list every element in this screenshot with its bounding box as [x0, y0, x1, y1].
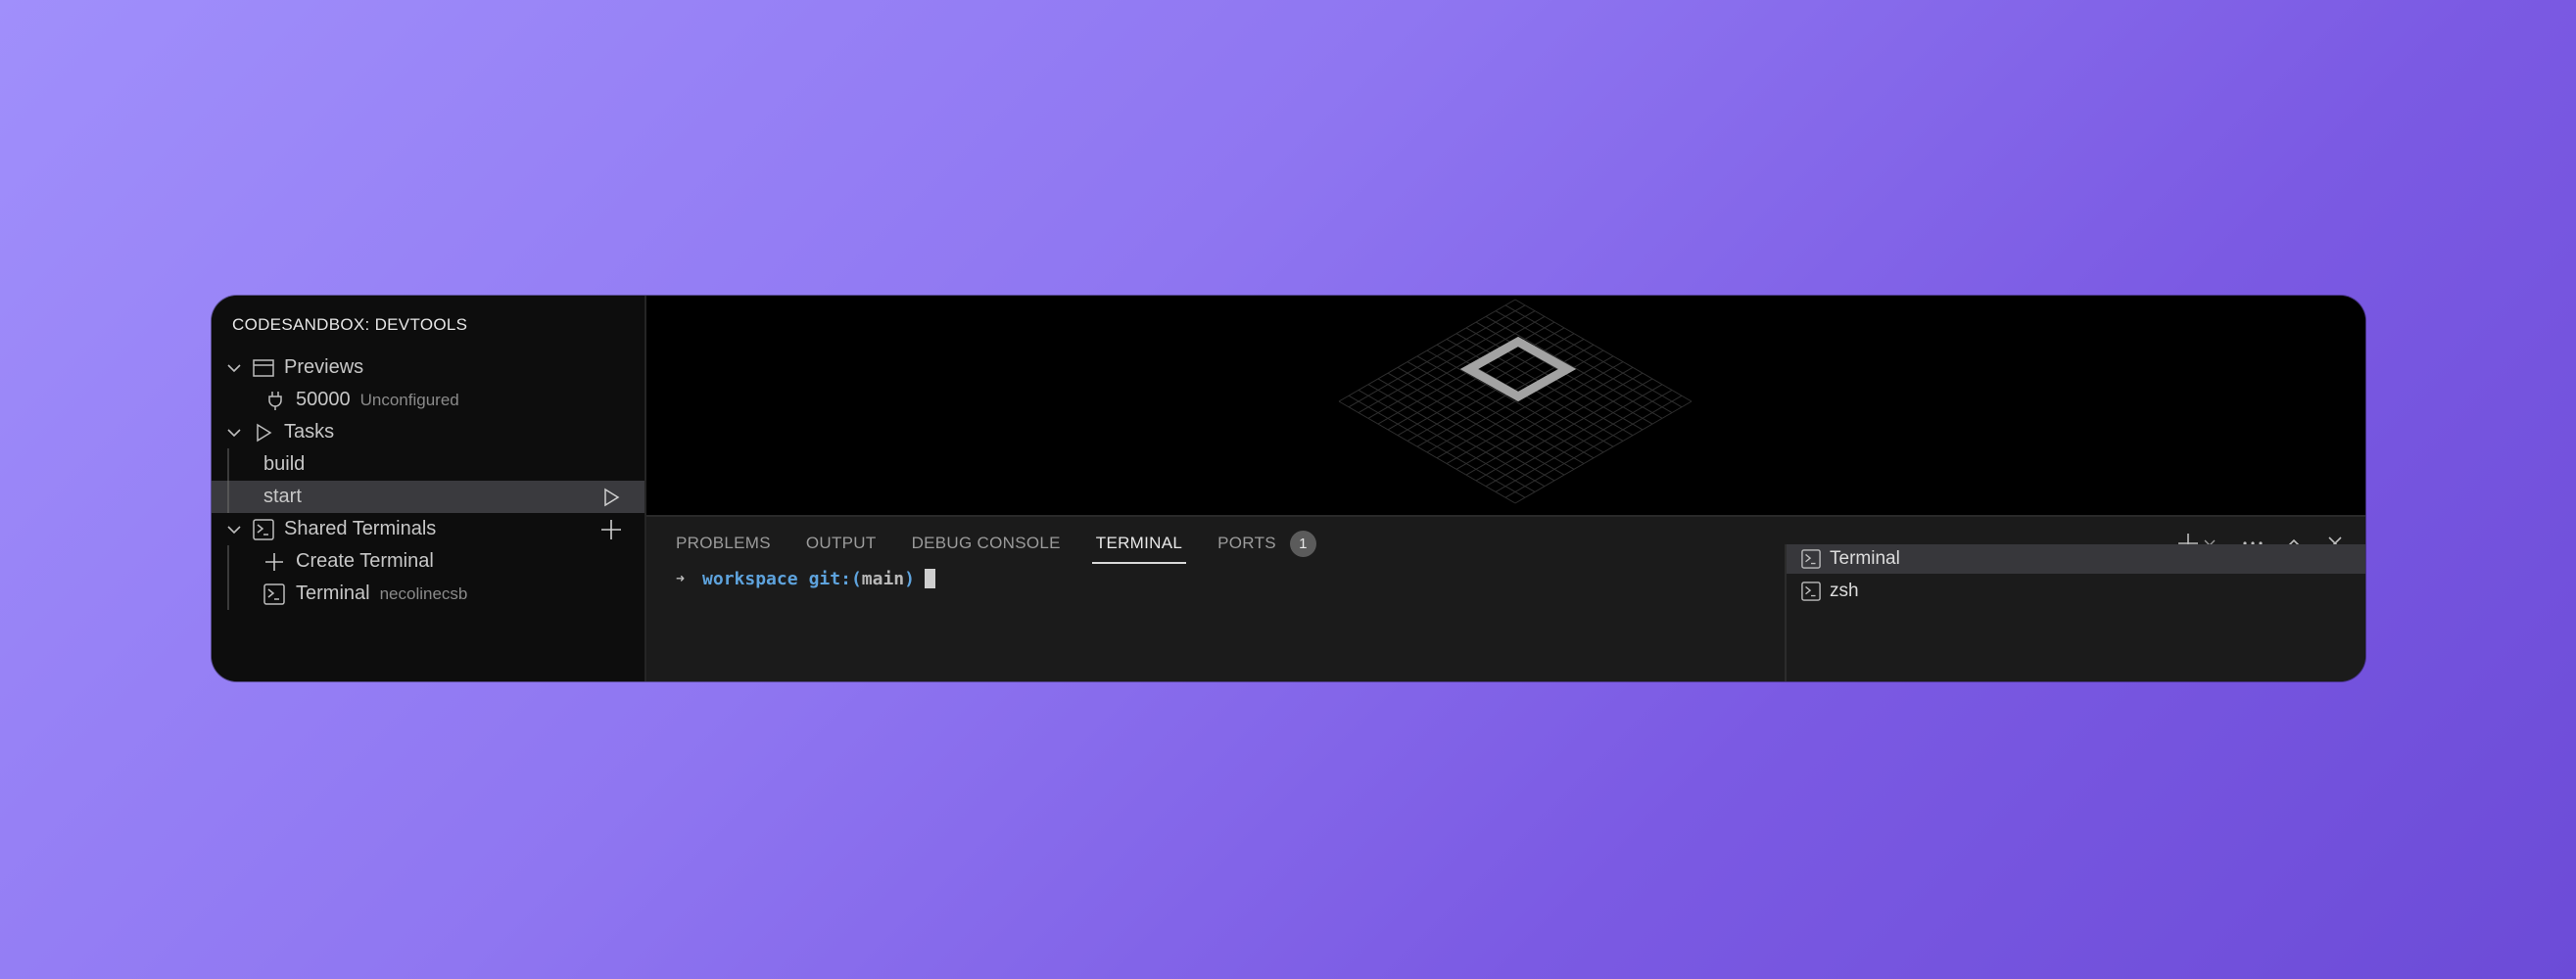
chevron-down-icon[interactable]: [225, 521, 243, 538]
tab-label: PROBLEMS: [676, 534, 771, 552]
plus-icon: [263, 551, 285, 573]
section-tasks[interactable]: Tasks: [212, 416, 644, 448]
tab-label: OUTPUT: [805, 534, 877, 552]
devtools-window: CODESANDBOX: DEVTOOLS Previews 50000 Unco…: [212, 296, 2365, 681]
terminal-cursor: [924, 569, 935, 588]
prompt-git-prefix: git:: [808, 568, 851, 589]
sidebar-title: CODESANDBOX: DEVTOOLS: [232, 315, 468, 334]
task-item-build[interactable]: build: [212, 448, 644, 481]
prompt-cwd: workspace: [702, 568, 798, 589]
bottom-panel: PROBLEMS OUTPUT DEBUG CONSOLE TERMINAL P…: [646, 517, 2365, 681]
terminal-list-item[interactable]: zsh: [1787, 577, 2365, 606]
terminal-icon: [263, 583, 285, 605]
main-area: PROBLEMS OUTPUT DEBUG CONSOLE TERMINAL P…: [646, 296, 2365, 681]
plus-icon[interactable]: [599, 518, 623, 541]
tab-label: TERMINAL: [1095, 534, 1183, 552]
browser-window-icon: [253, 357, 274, 379]
tab-problems[interactable]: PROBLEMS: [676, 529, 771, 558]
shared-terminal-item[interactable]: Terminal necolinecsb: [212, 578, 644, 610]
terminal-owner: necolinecsb: [379, 584, 468, 603]
tab-terminal[interactable]: TERMINAL: [1091, 529, 1187, 564]
section-shared-terminals[interactable]: Shared Terminals: [212, 513, 644, 545]
grid-lines: [1338, 299, 1693, 504]
terminal-list-label: zsh: [1830, 581, 1859, 601]
tab-label: PORTS: [1217, 534, 1276, 552]
terminal-icon: [253, 518, 274, 540]
chevron-down-icon[interactable]: [225, 424, 243, 442]
terminal-icon: [1800, 548, 1822, 570]
tab-ports[interactable]: PORTS 1: [1217, 529, 1316, 558]
port-status: Unconfigured: [359, 391, 459, 409]
tab-label: DEBUG CONSOLE: [911, 534, 1061, 552]
tab-debug-console[interactable]: DEBUG CONSOLE: [912, 529, 1061, 558]
create-terminal-label: Create Terminal: [296, 550, 434, 572]
tree-guide: [227, 481, 229, 513]
section-previews[interactable]: Previews: [212, 351, 644, 384]
terminal-prompt[interactable]: ➜ workspace git:(main): [676, 566, 935, 591]
ports-count-badge: 1: [1289, 530, 1316, 557]
port-number: 50000: [296, 389, 351, 410]
isometric-grid-graphic: [1338, 299, 1693, 504]
task-label: build: [263, 453, 306, 475]
prompt-branch: main: [861, 568, 905, 589]
tab-output[interactable]: OUTPUT: [806, 529, 877, 558]
create-terminal-item[interactable]: Create Terminal: [212, 545, 644, 578]
chevron-down-icon[interactable]: [225, 359, 243, 377]
section-label: Previews: [284, 356, 364, 378]
preview-port-item[interactable]: 50000 Unconfigured: [212, 384, 644, 416]
prompt-paren-open: (: [850, 568, 862, 589]
terminal-list-label: Terminal: [1830, 548, 1900, 569]
prompt-paren-close: ): [904, 568, 915, 589]
panel-tabs: PROBLEMS OUTPUT DEBUG CONSOLE TERMINAL P…: [676, 529, 1352, 564]
prompt-arrow: ➜: [676, 570, 686, 587]
terminal-list: Terminal zsh: [1785, 544, 2365, 681]
terminal-name: Terminal: [296, 583, 370, 604]
run-icon[interactable]: [599, 486, 623, 509]
section-label: Shared Terminals: [284, 518, 437, 539]
plug-icon: [264, 390, 286, 411]
sidebar: CODESANDBOX: DEVTOOLS Previews 50000 Unco…: [212, 296, 646, 681]
section-label: Tasks: [284, 421, 335, 443]
play-icon: [253, 422, 274, 443]
terminal-list-item[interactable]: Terminal: [1787, 544, 2365, 574]
terminal-icon: [1800, 581, 1822, 602]
task-item-start[interactable]: start: [212, 481, 644, 513]
task-label: start: [263, 486, 302, 507]
preview-pane: [646, 296, 2365, 517]
